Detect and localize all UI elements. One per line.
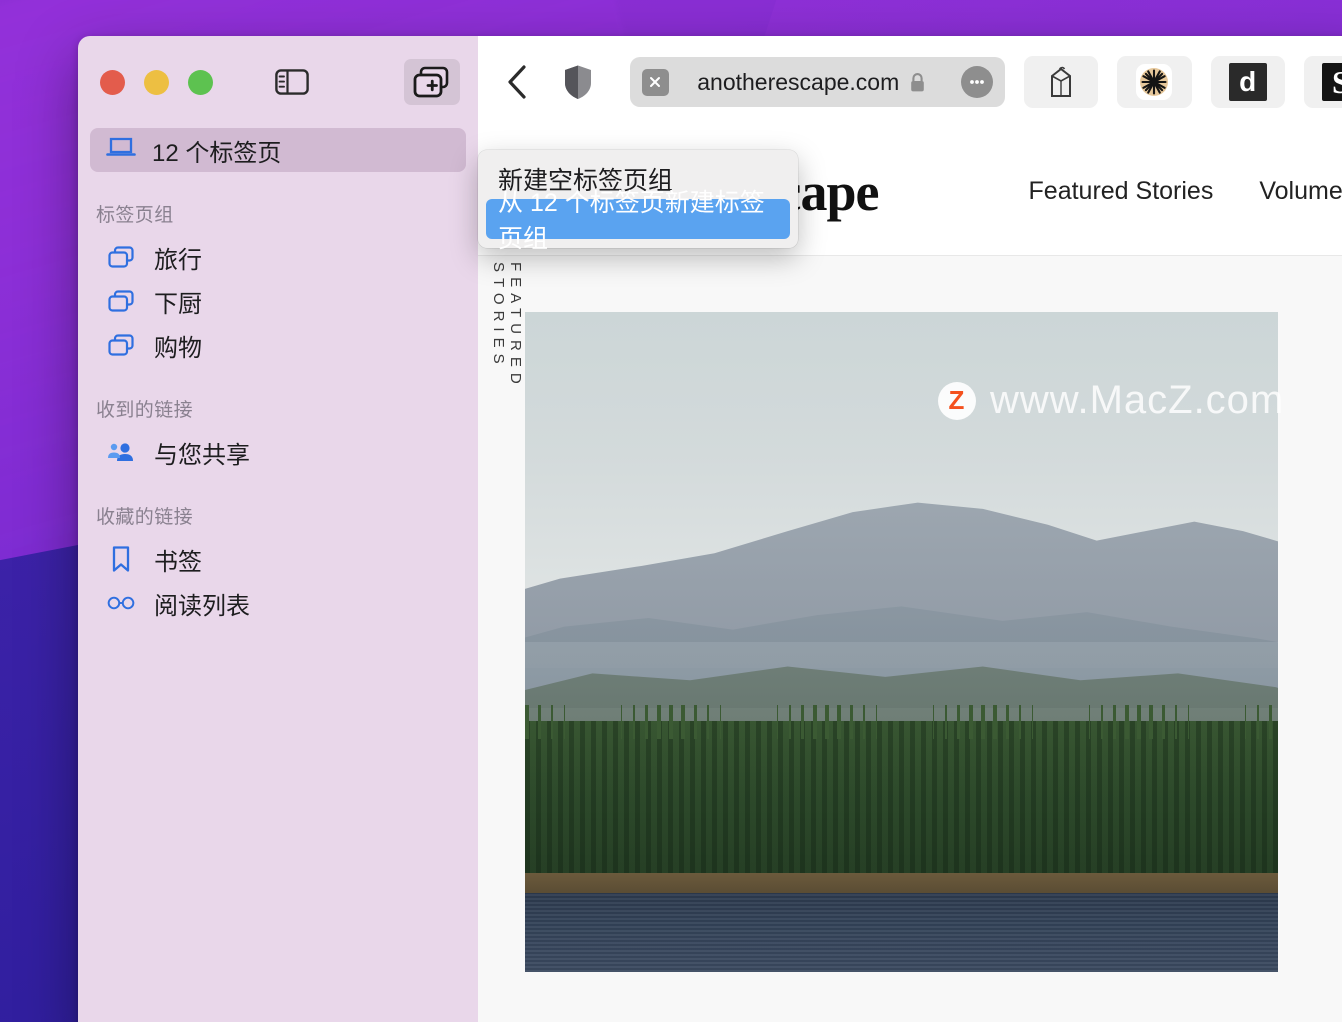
safari-sidebar: 12 个标签页 标签页组 旅行 下厨 购物 收到的链接 与您共享 收藏的链接 书… bbox=[78, 36, 478, 1022]
sidebar-item-label: 旅行 bbox=[154, 246, 202, 274]
lock-icon bbox=[911, 72, 925, 91]
starburst-icon bbox=[1136, 64, 1173, 100]
sidebar-item-reading-list[interactable]: 阅读列表 bbox=[90, 581, 466, 625]
close-window-button[interactable] bbox=[100, 69, 125, 95]
address-bar-more-button[interactable] bbox=[961, 66, 993, 98]
sidebar-item-current-window[interactable]: 12 个标签页 bbox=[90, 128, 466, 172]
new-tab-group-icon bbox=[413, 66, 449, 97]
sidebar-item-bookmarks[interactable]: 书签 bbox=[90, 537, 466, 581]
sidebar-section-title-tab-groups: 标签页组 bbox=[96, 205, 174, 226]
reading-list-icon bbox=[106, 594, 136, 612]
nav-link-featured-stories[interactable]: Featured Stories bbox=[1029, 177, 1214, 206]
sidebar-titlebar bbox=[78, 36, 478, 128]
ellipsis-icon bbox=[970, 80, 984, 84]
back-button[interactable] bbox=[492, 55, 543, 109]
shared-with-you-icon bbox=[106, 440, 136, 464]
new-tab-group-menu: 新建空标签页组 从 12 个标签页新建标签页组 bbox=[478, 150, 798, 253]
address-bar-text-wrap: anotherescape.com bbox=[663, 69, 962, 96]
privacy-report-button[interactable] bbox=[553, 55, 604, 109]
sidebar-section-title-saved-links: 收藏的链接 bbox=[96, 507, 194, 528]
sidebar-item-travel[interactable]: 旅行 bbox=[90, 235, 466, 279]
tab-group-icon bbox=[106, 245, 136, 269]
tab-group-icon bbox=[106, 333, 136, 357]
sidebar-item-shared-with-you[interactable]: 与您共享 bbox=[90, 430, 466, 474]
milk-carton-icon bbox=[1051, 66, 1072, 97]
window-icon bbox=[106, 136, 136, 165]
site-nav: Featured Stories Volume bbox=[1029, 177, 1342, 206]
current-window-label: 12 个标签页 bbox=[152, 139, 282, 167]
bookmark-icon bbox=[106, 545, 136, 573]
letter-s-icon: S bbox=[1321, 63, 1342, 101]
page-content: FEATURED STORIES THE NATURAL WORLD VOLUM… bbox=[478, 256, 1342, 1022]
menu-item-new-group-from-tabs[interactable]: 从 12 个标签页新建标签页组 bbox=[486, 189, 790, 253]
sidebar-toggle-button[interactable] bbox=[269, 62, 315, 102]
safari-toolbar: anotherescape.com d S bbox=[478, 36, 1342, 128]
stop-loading-icon bbox=[650, 77, 660, 87]
address-bar[interactable]: anotherescape.com bbox=[629, 57, 1005, 107]
privacy-shield-icon bbox=[565, 65, 592, 99]
traffic-lights bbox=[100, 69, 213, 95]
sidebar-item-shopping[interactable]: 购物 bbox=[90, 323, 466, 367]
hero-photo[interactable] bbox=[525, 312, 1278, 972]
sidebar-toggle-icon bbox=[275, 69, 309, 95]
sidebar-item-cooking[interactable]: 下厨 bbox=[90, 279, 466, 323]
zoom-window-button[interactable] bbox=[188, 69, 213, 95]
chevron-left-icon bbox=[508, 65, 526, 99]
new-tab-group-button[interactable] bbox=[404, 59, 460, 105]
address-bar-url: anotherescape.com bbox=[697, 68, 900, 95]
tab-group-icon bbox=[106, 289, 136, 313]
letter-d-icon: d bbox=[1228, 63, 1267, 101]
web-page: Another Escape Featured Stories Volume F… bbox=[478, 128, 1342, 1022]
extension-button-letter-s[interactable]: S bbox=[1303, 56, 1342, 108]
photo-forest bbox=[525, 721, 1278, 893]
minimize-window-button[interactable] bbox=[144, 69, 169, 95]
vertical-label-featured-stories: FEATURED STORIES bbox=[490, 262, 524, 390]
nav-link-volume[interactable]: Volume bbox=[1259, 177, 1342, 206]
sidebar-section-title-received-links: 收到的链接 bbox=[96, 400, 194, 421]
sidebar-item-label: 阅读列表 bbox=[154, 592, 250, 620]
sidebar-item-label: 下厨 bbox=[154, 290, 202, 318]
desktop-wallpaper: 12 个标签页 标签页组 旅行 下厨 购物 收到的链接 与您共享 收藏的链接 书… bbox=[0, 0, 1342, 1022]
sidebar-item-label: 购物 bbox=[154, 334, 202, 362]
extension-button-starburst[interactable] bbox=[1117, 56, 1192, 108]
sidebar-item-label: 与您共享 bbox=[154, 441, 250, 469]
photo-lake-water bbox=[525, 892, 1278, 972]
extension-button-milk-carton[interactable] bbox=[1024, 56, 1099, 108]
extension-button-letter-d[interactable]: d bbox=[1210, 56, 1285, 108]
safari-window: 12 个标签页 标签页组 旅行 下厨 购物 收到的链接 与您共享 收藏的链接 书… bbox=[78, 36, 1342, 1022]
sidebar-item-label: 书签 bbox=[154, 548, 202, 576]
